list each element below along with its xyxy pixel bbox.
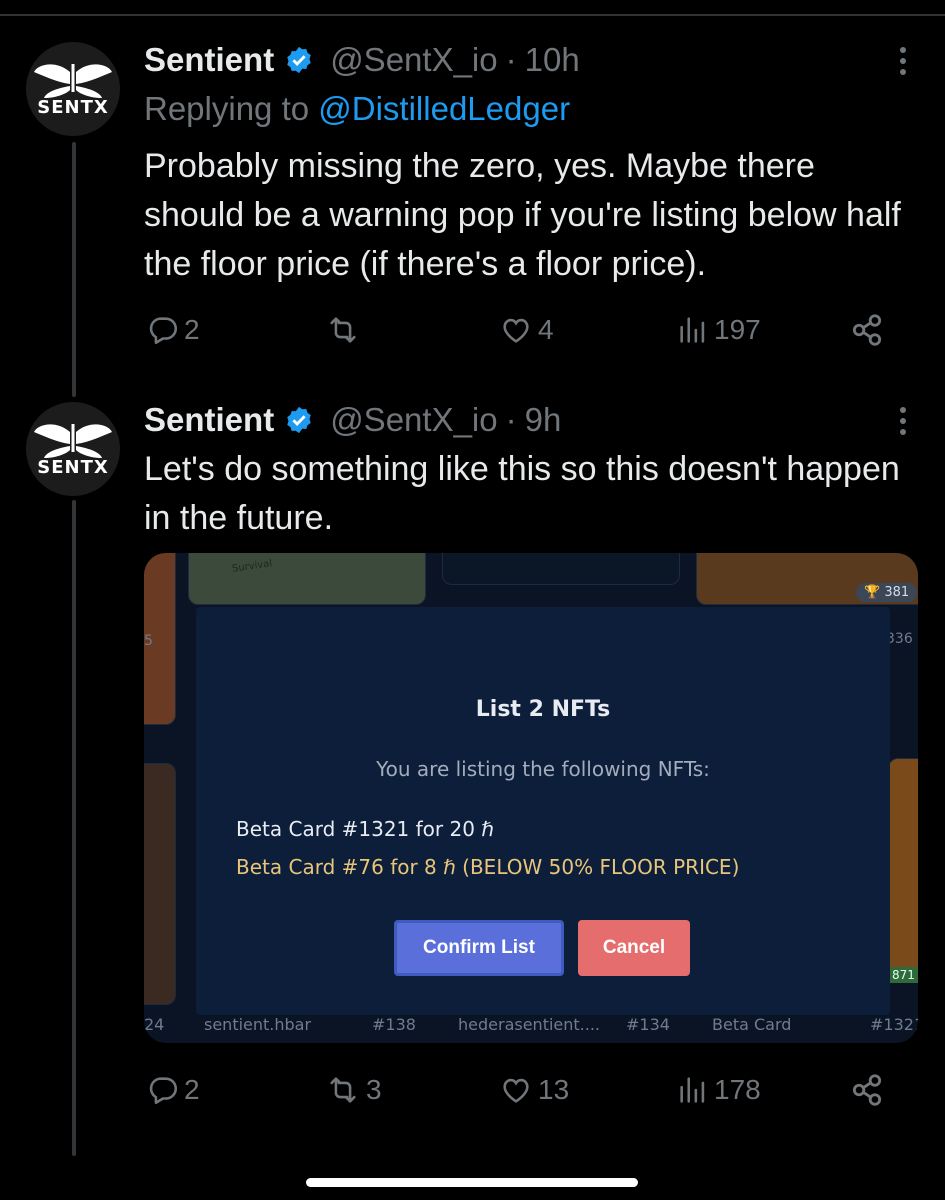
views-button[interactable]: 197	[676, 310, 761, 350]
bg-card	[888, 758, 918, 980]
moth-logo-icon	[34, 64, 112, 98]
top-divider	[0, 14, 945, 16]
action-bar: 2 3 13 178	[144, 1070, 904, 1110]
avatar[interactable]: SENTX	[26, 402, 120, 496]
cancel-button[interactable]: Cancel	[578, 920, 690, 976]
timestamp[interactable]: 10h	[525, 41, 580, 79]
tweet-header: Sentient @SentX_io · 9h	[144, 400, 561, 440]
like-count: 13	[538, 1074, 570, 1105]
share-icon	[852, 314, 882, 346]
repost-icon	[330, 1077, 356, 1103]
listing-line: Beta Card #1321 for 20 ℏ	[236, 817, 494, 841]
reply-count: 2	[184, 314, 200, 345]
tweet-header: Sentient @SentX_io · 10h	[144, 40, 580, 80]
replying-to: Replying to @DistilledLedger	[144, 90, 570, 128]
thread-connector	[72, 500, 76, 1156]
handle[interactable]: @SentX_io	[330, 401, 497, 439]
analytics-icon	[680, 1077, 705, 1103]
repost-count: 3	[366, 1074, 382, 1105]
bg-number: 5	[144, 633, 153, 649]
bg-number: 336	[886, 631, 913, 647]
share-button[interactable]	[848, 310, 890, 350]
avatar[interactable]: SENTX	[26, 42, 120, 136]
separator-dot: ·	[505, 41, 517, 78]
modal-subtitle: You are listing the following NFTs:	[376, 757, 710, 781]
home-indicator[interactable]	[306, 1178, 638, 1187]
replying-to-label: Replying to	[144, 90, 319, 127]
handle[interactable]: @SentX_io	[330, 41, 497, 79]
like-button[interactable]: 4	[498, 310, 554, 350]
tweet-text: Probably missing the zero, yes. Maybe th…	[144, 147, 901, 283]
card-number: #134	[626, 1015, 670, 1034]
listing-warning-line: Beta Card #76 for 8 ℏ (BELOW 50% FLOOR P…	[236, 855, 740, 879]
reply-button[interactable]: 2	[146, 1070, 200, 1110]
like-count: 4	[538, 314, 554, 345]
attached-image[interactable]: Survival 🏆 381 5 336 871 List 2 NFTs You…	[144, 553, 918, 1043]
separator-dot: ·	[505, 401, 517, 438]
avatar-label: SENTX	[37, 97, 109, 118]
repost-button[interactable]: 3	[324, 1070, 382, 1110]
trophy-badge: 🏆 381	[856, 583, 918, 602]
avatar-label: SENTX	[37, 457, 109, 478]
card-number: #138	[372, 1015, 416, 1034]
display-name[interactable]: Sentient	[144, 41, 274, 79]
views-count: 197	[714, 314, 761, 345]
reply-icon	[149, 1077, 178, 1105]
trophy-count: 381	[884, 585, 910, 600]
card-name: Beta Card	[712, 1015, 792, 1034]
repost-icon	[330, 317, 356, 343]
verified-badge-icon	[287, 406, 311, 434]
share-icon	[852, 1074, 882, 1106]
more-options-icon[interactable]	[897, 404, 909, 438]
modal-title: List 2 NFTs	[475, 697, 611, 722]
tweet-text: Let's do something like this so this doe…	[144, 450, 900, 537]
more-options-icon[interactable]	[897, 44, 909, 78]
card-owner: hederasentient....	[458, 1015, 601, 1034]
action-bar: 2 4 197	[144, 310, 904, 350]
like-button[interactable]: 13	[498, 1070, 569, 1110]
share-button[interactable]	[848, 1070, 890, 1110]
verified-badge-icon	[287, 46, 311, 74]
views-button[interactable]: 178	[676, 1070, 761, 1110]
reply-icon	[149, 317, 178, 345]
reply-button[interactable]: 2	[146, 310, 200, 350]
display-name[interactable]: Sentient	[144, 401, 274, 439]
card-number: #1321	[870, 1015, 918, 1034]
repost-button[interactable]	[324, 310, 366, 350]
mention-link[interactable]: @DistilledLedger	[318, 90, 570, 127]
bg-card	[188, 553, 426, 605]
heart-icon	[503, 1078, 529, 1103]
bg-card	[442, 553, 680, 585]
bg-card	[144, 763, 176, 1005]
thread-connector	[72, 142, 76, 397]
confirm-list-button[interactable]: Confirm List	[394, 920, 564, 976]
card-owner: sentient.hbar	[204, 1015, 312, 1034]
heart-icon	[503, 318, 529, 343]
analytics-icon	[680, 317, 705, 343]
timestamp[interactable]: 9h	[525, 401, 562, 439]
card-number: 24	[144, 1015, 165, 1034]
views-count: 178	[714, 1074, 761, 1105]
moth-logo-icon	[34, 424, 112, 458]
bg-number: 871	[888, 967, 918, 983]
reply-count: 2	[184, 1074, 200, 1105]
